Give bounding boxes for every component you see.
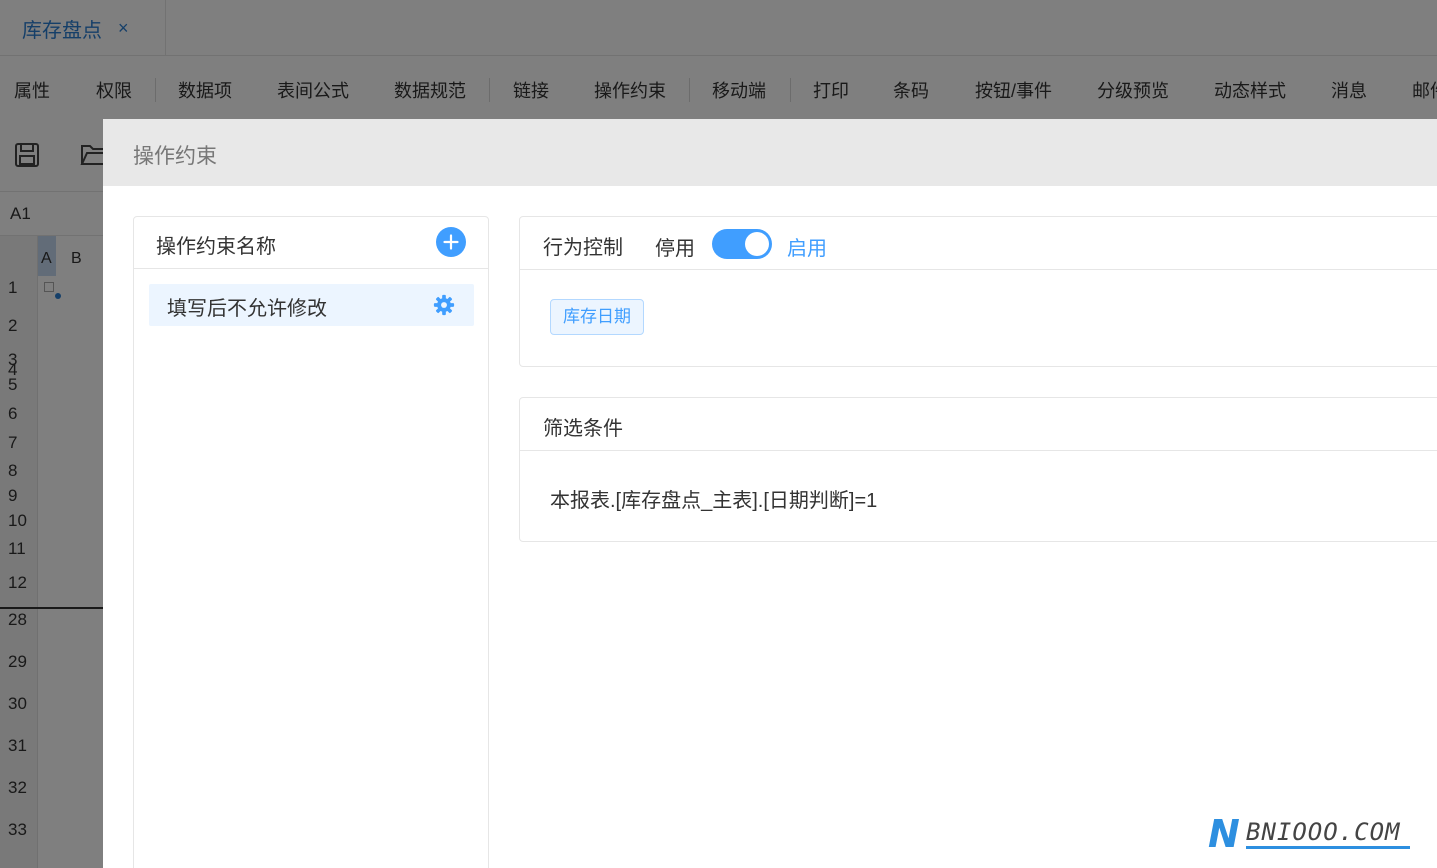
watermark-letter: N bbox=[1208, 812, 1240, 856]
watermark-underline bbox=[1246, 846, 1410, 849]
constraint-item-label: 填写后不允许修改 bbox=[167, 298, 327, 320]
field-tag[interactable]: 库存日期 bbox=[550, 299, 644, 335]
dialog-title: 操作约束 bbox=[133, 145, 217, 168]
constraint-list-header: 操作约束名称 bbox=[134, 217, 488, 269]
plus-icon bbox=[443, 234, 459, 250]
filter-condition-card: 筛选条件 本报表.[库存盘点_主表].[日期判断]=1 bbox=[519, 397, 1437, 542]
dialog-header: 操作约束 bbox=[103, 119, 1437, 186]
filter-expression[interactable]: 本报表.[库存盘点_主表].[日期判断]=1 bbox=[550, 484, 877, 513]
disable-label: 停用 bbox=[655, 238, 695, 260]
behavior-toggle-switch[interactable] bbox=[712, 229, 772, 259]
watermark-logo: N BNIOOO.COM bbox=[1208, 814, 1413, 854]
switch-knob bbox=[745, 232, 769, 256]
constraint-list-item[interactable]: 填写后不允许修改 bbox=[149, 284, 474, 326]
add-constraint-button[interactable] bbox=[436, 227, 466, 257]
behavior-control-header: 行为控制 停用 启用 bbox=[520, 217, 1437, 270]
behavior-control-card: 行为控制 停用 启用 库存日期 bbox=[519, 216, 1437, 367]
filter-condition-title: 筛选条件 bbox=[543, 418, 623, 440]
gear-icon[interactable] bbox=[433, 294, 455, 321]
constraint-dialog: 操作约束 操作约束名称 填写后不允许修改 行为控制 停用 启用 库存日期 筛选条… bbox=[103, 119, 1437, 868]
watermark-text: BNIOOO.COM bbox=[1246, 818, 1401, 846]
enable-label: 启用 bbox=[787, 238, 827, 260]
filter-condition-header: 筛选条件 bbox=[520, 398, 1437, 451]
constraint-list-panel: 操作约束名称 填写后不允许修改 bbox=[133, 216, 489, 868]
behavior-control-title: 行为控制 bbox=[543, 237, 623, 259]
constraint-list-title: 操作约束名称 bbox=[156, 236, 276, 258]
